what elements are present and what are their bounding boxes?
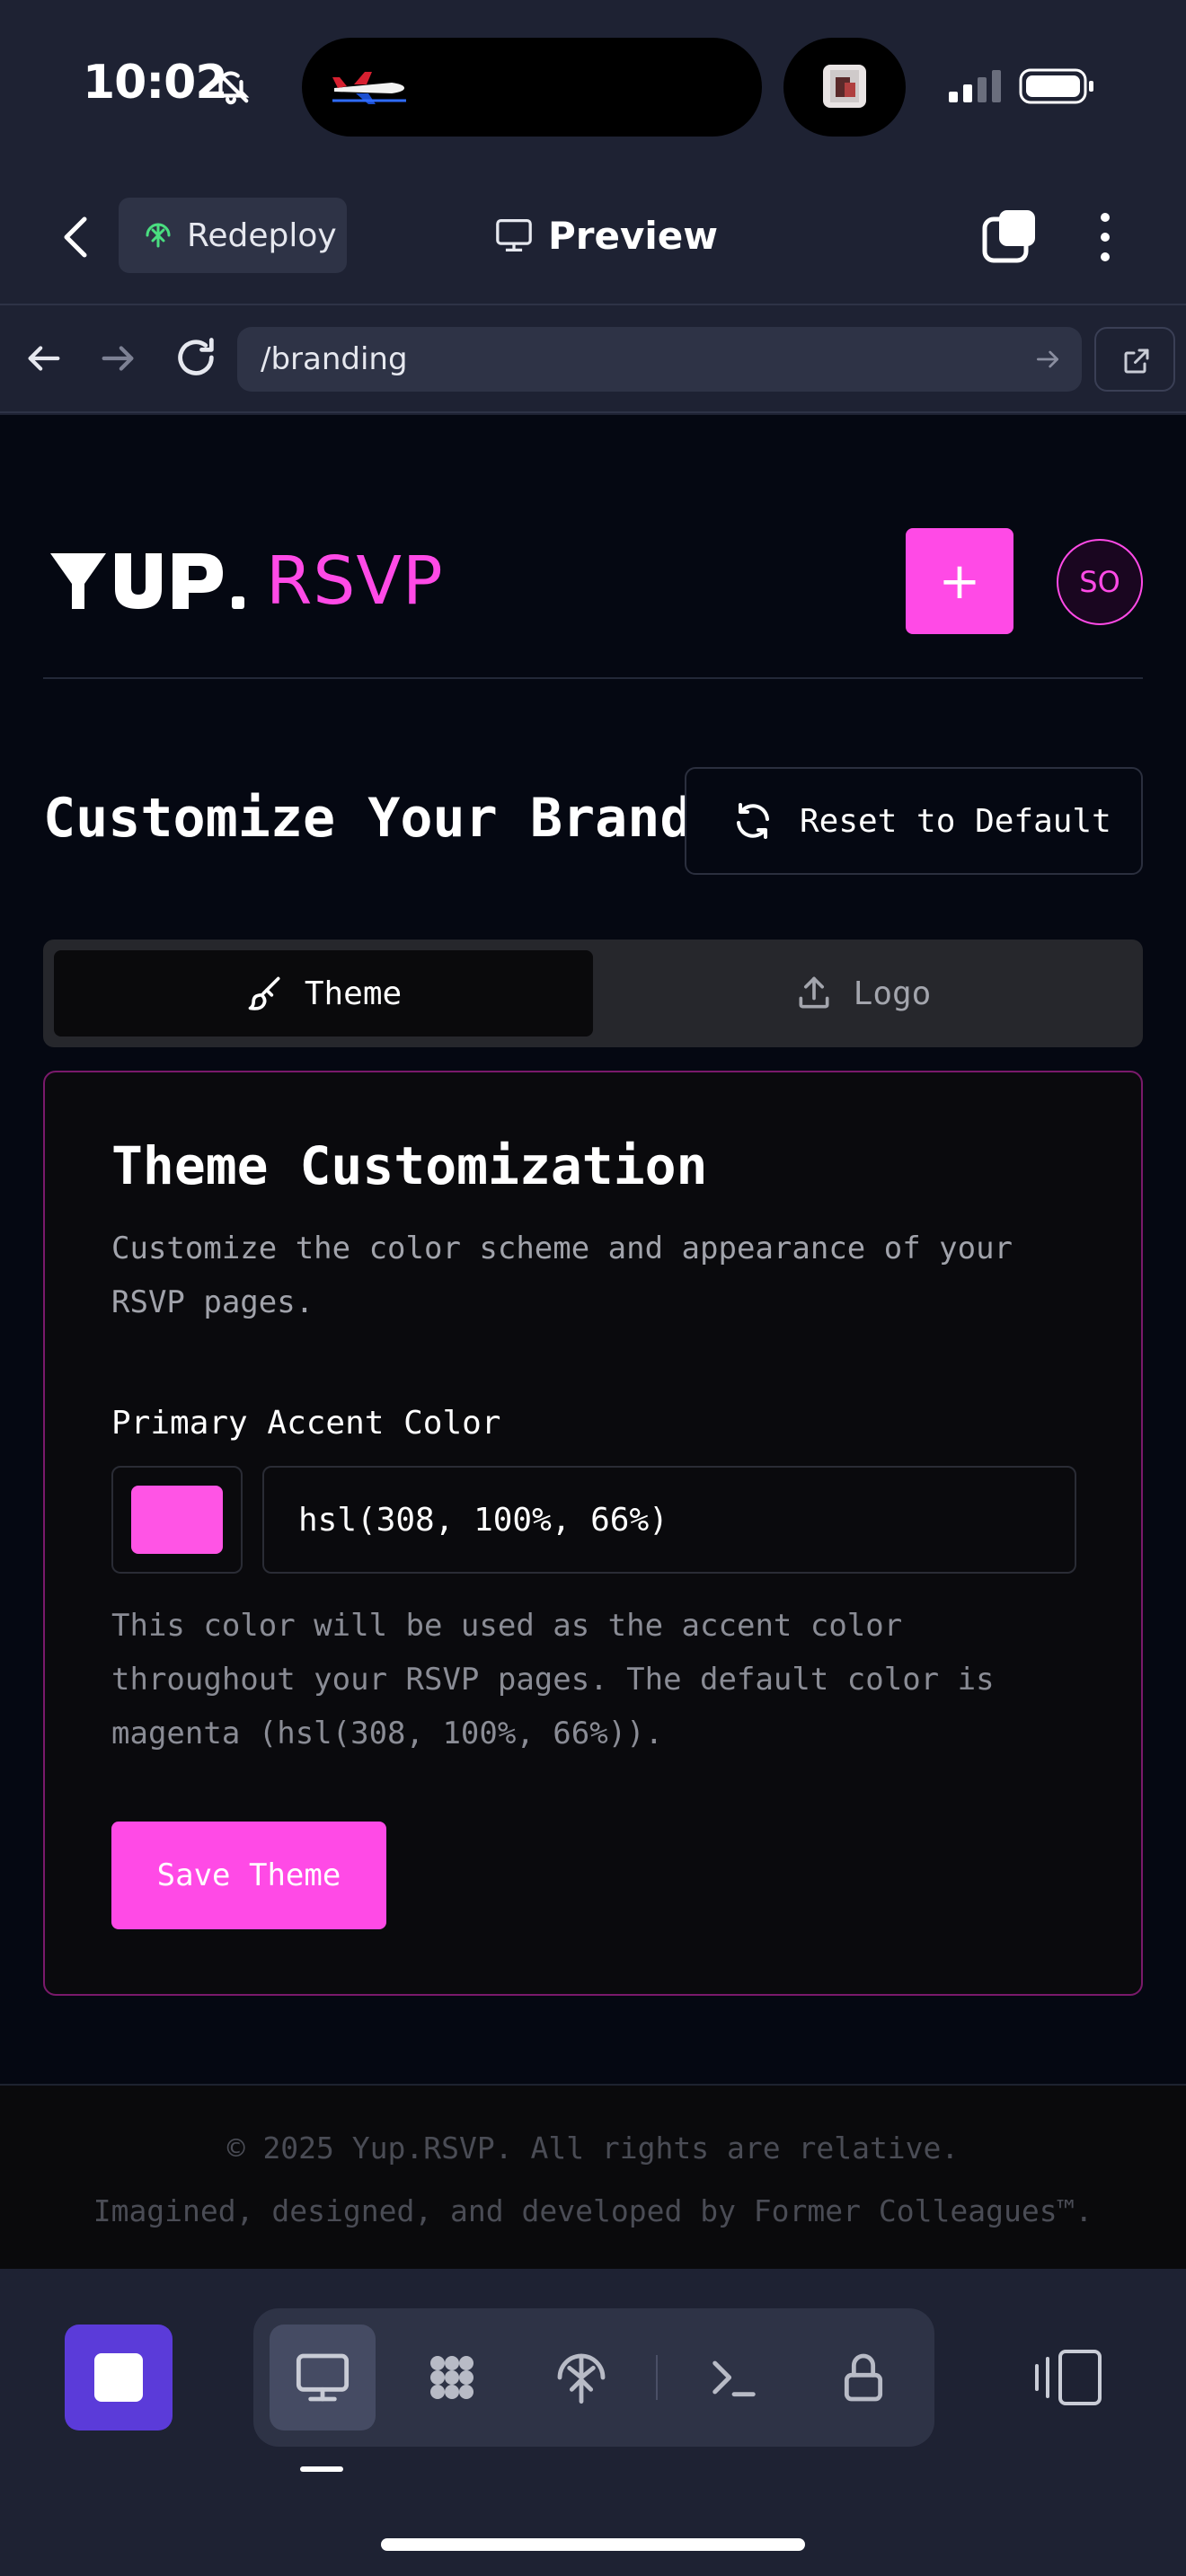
- tool-deploy[interactable]: [528, 2325, 634, 2430]
- save-theme-button[interactable]: Save Theme: [111, 1822, 386, 1929]
- tool-group: [253, 2308, 934, 2447]
- open-external-button[interactable]: [1094, 327, 1175, 392]
- airplane-icon: [332, 72, 406, 104]
- new-event-button[interactable]: +: [906, 528, 1013, 634]
- live-activity-thumbnail: [783, 38, 906, 137]
- thumbnail-image: [823, 65, 866, 108]
- external-link-icon: [1124, 348, 1149, 374]
- stop-button[interactable]: [65, 2325, 173, 2430]
- tool-apps[interactable]: [399, 2325, 505, 2430]
- tool-console[interactable]: [681, 2325, 787, 2430]
- back-chevron-icon[interactable]: [54, 210, 99, 264]
- stop-icon: [94, 2353, 143, 2402]
- page-title: Customize Your Brand: [43, 787, 693, 850]
- go-arrow-icon[interactable]: [1033, 345, 1062, 374]
- accent-color-input[interactable]: hsl(308, 100%, 66%): [262, 1466, 1076, 1574]
- header-divider: [43, 677, 1143, 679]
- card-title: Theme Customization: [111, 1135, 708, 1196]
- bell-muted-icon: [213, 67, 250, 105]
- redeploy-button[interactable]: Redeploy: [119, 198, 347, 273]
- tool-preview[interactable]: [270, 2325, 376, 2430]
- status-time: 10:02: [83, 56, 228, 110]
- lock-icon: [844, 2353, 883, 2402]
- preview-title: Preview: [494, 208, 718, 262]
- tabs-icon[interactable]: [981, 208, 1039, 266]
- yup-wordmark-logo: [50, 553, 244, 609]
- tab-logo[interactable]: Logo: [593, 950, 1132, 1037]
- arrow-left-icon[interactable]: [23, 338, 65, 379]
- url-bar[interactable]: /branding: [237, 327, 1082, 392]
- arrow-right-icon[interactable]: [97, 338, 138, 379]
- redeploy-label: Redeploy: [187, 216, 337, 254]
- dynamic-island: [302, 38, 762, 137]
- cellular-signal-icon: [949, 70, 1001, 102]
- card-description: Customize the color scheme and appearanc…: [111, 1231, 1013, 1320]
- accent-color-label: Primary Accent Color: [111, 1405, 501, 1442]
- accent-color-help: This color will be used as the accent co…: [111, 1608, 995, 1751]
- more-vertical-icon[interactable]: [1087, 208, 1123, 266]
- color-picker[interactable]: [111, 1466, 243, 1574]
- reset-to-default-button[interactable]: Reset to Default: [685, 767, 1143, 875]
- url-text: /branding: [261, 341, 408, 377]
- color-swatch: [131, 1486, 223, 1554]
- monitor-icon: [496, 219, 532, 251]
- upload-icon: [799, 976, 829, 1009]
- footer-credit: Imagined, designed, and developed by For…: [93, 2193, 1093, 2228]
- theme-customization-card: Theme Customization Customize the color …: [43, 1071, 1143, 1996]
- brand-logo[interactable]: RSVP: [49, 543, 444, 620]
- brand-rsvp-text: RSVP: [266, 543, 444, 620]
- site-footer: © 2025 Yup.RSVP. All rights are relative…: [0, 2084, 1186, 2269]
- tool-secrets[interactable]: [810, 2325, 916, 2430]
- terminal-icon: [712, 2360, 756, 2397]
- user-avatar[interactable]: SO: [1057, 539, 1143, 625]
- home-indicator: [381, 2538, 805, 2551]
- footer-copyright: © 2025 Yup.RSVP. All rights are relative…: [226, 2130, 960, 2166]
- tool-divider: [656, 2355, 658, 2400]
- active-tool-indicator: [300, 2466, 343, 2472]
- tab-theme-label: Theme: [304, 975, 403, 1012]
- sidebar-toggle-icon[interactable]: [1033, 2348, 1103, 2407]
- deploy-icon: [557, 2353, 606, 2404]
- tab-logo-label: Logo: [853, 975, 932, 1012]
- paintbrush-icon: [248, 976, 280, 1010]
- deploy-icon: [146, 223, 171, 248]
- battery-icon: [1019, 68, 1093, 104]
- tab-theme[interactable]: Theme: [54, 950, 593, 1037]
- refresh-icon: [737, 803, 769, 839]
- reset-label: Reset to Default: [800, 802, 1111, 840]
- apps-grid-icon: [430, 2356, 474, 2399]
- reload-icon[interactable]: [173, 334, 219, 381]
- monitor-icon: [296, 2353, 350, 2402]
- preview-label: Preview: [548, 213, 719, 258]
- tab-list: Theme Logo: [43, 940, 1143, 1047]
